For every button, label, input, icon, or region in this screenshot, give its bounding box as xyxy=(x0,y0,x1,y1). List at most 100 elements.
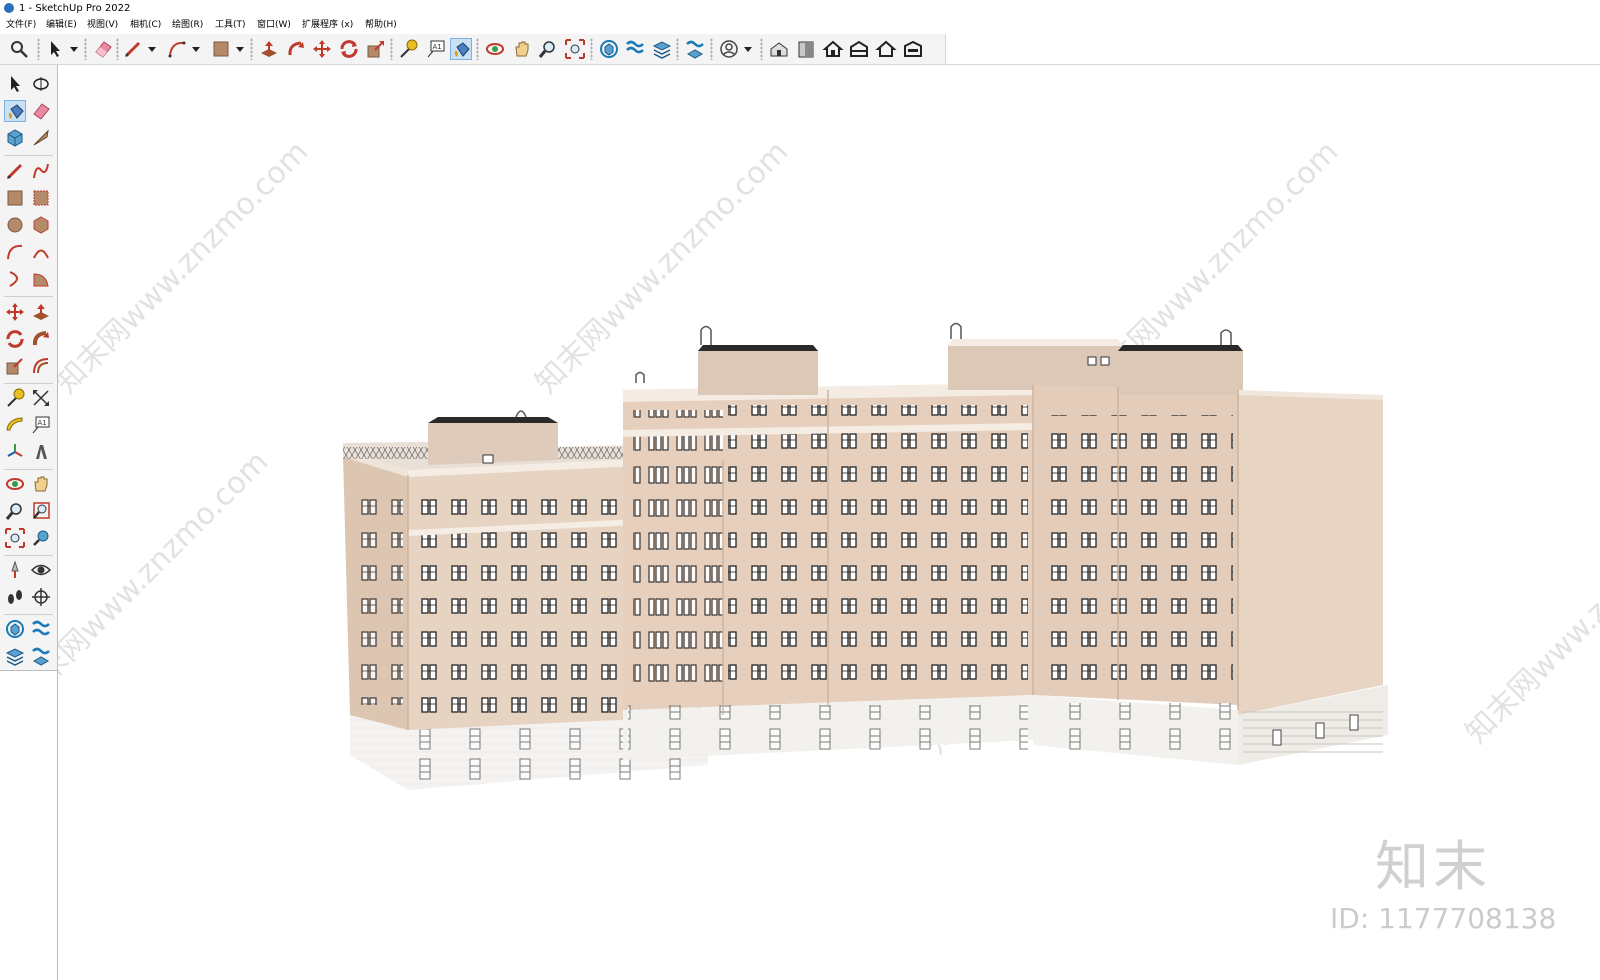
pencil-icon[interactable] xyxy=(122,38,144,60)
three-point-arc-icon[interactable] xyxy=(4,268,26,290)
zoom-icon[interactable] xyxy=(4,500,26,522)
toolbar-grip[interactable] xyxy=(37,38,40,60)
eraser-icon[interactable] xyxy=(30,100,52,122)
menu-extensions[interactable]: 扩展程序 (x) xyxy=(302,17,353,34)
toolbar-grip[interactable] xyxy=(116,38,119,60)
styles-icon[interactable] xyxy=(684,38,706,60)
warehouse-icon[interactable] xyxy=(768,38,790,60)
extension-icon[interactable] xyxy=(795,38,817,60)
house-icon[interactable] xyxy=(902,38,924,60)
tape-measure-icon[interactable] xyxy=(4,387,26,409)
rotate-icon[interactable] xyxy=(338,38,360,60)
text-icon[interactable]: A1 xyxy=(30,414,52,436)
polygon-icon[interactable] xyxy=(30,214,52,236)
rectangle-icon[interactable] xyxy=(210,38,232,60)
sandbox-icon[interactable] xyxy=(30,618,52,640)
layers-icon[interactable] xyxy=(651,38,673,60)
eraser-icon[interactable] xyxy=(92,38,114,60)
chevron-down-icon[interactable] xyxy=(744,38,752,60)
zoom-window-icon[interactable] xyxy=(30,500,52,522)
chevron-down-icon[interactable] xyxy=(148,38,156,60)
pan-icon[interactable] xyxy=(30,473,52,495)
toolbar-grip[interactable] xyxy=(84,38,87,60)
section-plane-icon[interactable] xyxy=(30,586,52,608)
toolbar-separator xyxy=(4,383,53,384)
toolbar-grip[interactable] xyxy=(710,38,713,60)
scale-icon[interactable] xyxy=(365,38,387,60)
house-outline-icon[interactable] xyxy=(875,38,897,60)
menu-view[interactable]: 视图(V) xyxy=(87,17,118,34)
pie-icon[interactable] xyxy=(30,268,52,290)
orbit-icon[interactable] xyxy=(484,38,506,60)
chevron-down-icon[interactable] xyxy=(192,38,200,60)
toolbar-grip[interactable] xyxy=(760,38,763,60)
components-panel-icon[interactable] xyxy=(4,618,26,640)
3d-text-icon[interactable] xyxy=(30,441,52,463)
previous-view-icon[interactable] xyxy=(30,527,52,549)
axes-icon[interactable] xyxy=(4,441,26,463)
menu-file[interactable]: 文件(F) xyxy=(6,17,36,34)
zoom-extents-icon[interactable] xyxy=(4,527,26,549)
chevron-down-icon[interactable] xyxy=(70,38,78,60)
right-wing-end-face xyxy=(1238,395,1383,715)
rotated-rectangle-icon[interactable] xyxy=(30,187,52,209)
rotate-icon[interactable] xyxy=(4,328,26,350)
svg-text:知末网www.znzmo.com: 知末网www.znzmo.com xyxy=(58,444,275,710)
sandbox-icon[interactable] xyxy=(624,38,646,60)
styles-icon[interactable] xyxy=(30,645,52,667)
components-icon[interactable] xyxy=(598,38,620,60)
zoom-icon[interactable] xyxy=(537,38,559,60)
text-icon[interactable]: A1 xyxy=(425,38,447,60)
menu-help[interactable]: 帮助(H) xyxy=(365,17,397,34)
orbit-icon[interactable] xyxy=(30,73,52,95)
layers-icon[interactable] xyxy=(4,645,26,667)
position-camera-icon[interactable] xyxy=(4,559,26,581)
tape-icon[interactable] xyxy=(30,127,52,149)
pencil-icon[interactable] xyxy=(4,160,26,182)
toolbar-grip[interactable] xyxy=(676,38,679,60)
rectangle-icon[interactable] xyxy=(4,187,26,209)
menu-tools[interactable]: 工具(T) xyxy=(215,17,246,34)
house-icon[interactable] xyxy=(822,38,844,60)
move-icon[interactable] xyxy=(311,38,333,60)
toolbar-grip[interactable] xyxy=(590,38,593,60)
followme-icon[interactable] xyxy=(30,328,52,350)
profile-icon[interactable] xyxy=(718,38,740,60)
menu-window[interactable]: 窗口(W) xyxy=(257,17,291,34)
pushpull-icon[interactable] xyxy=(258,38,280,60)
arc-icon[interactable] xyxy=(166,38,188,60)
menu-camera[interactable]: 相机(C) xyxy=(130,17,161,34)
select-icon[interactable] xyxy=(4,73,26,95)
toolbar-grip[interactable] xyxy=(390,38,393,60)
select-icon[interactable] xyxy=(44,38,66,60)
circle-icon[interactable] xyxy=(4,214,26,236)
model-viewport[interactable]: 知末网www.znzmo.com 知末网www.znzmo.com 知末网www… xyxy=(58,65,1600,980)
walk-icon[interactable] xyxy=(4,586,26,608)
components-icon[interactable] xyxy=(4,127,26,149)
menu-draw[interactable]: 绘图(R) xyxy=(172,17,203,34)
look-around-icon[interactable] xyxy=(30,559,52,581)
move-icon[interactable] xyxy=(4,301,26,323)
search-icon[interactable] xyxy=(8,38,30,60)
pan-icon[interactable] xyxy=(511,38,533,60)
tape-measure-icon[interactable] xyxy=(397,38,419,60)
svg-text:知末网www.znzmo.com: 知末网www.znzmo.com xyxy=(1459,484,1600,750)
menu-edit[interactable]: 编辑(E) xyxy=(46,17,77,34)
dimension-icon[interactable] xyxy=(30,387,52,409)
paint-bucket-icon[interactable] xyxy=(450,38,472,60)
toolbar-grip[interactable] xyxy=(476,38,479,60)
freehand-icon[interactable] xyxy=(30,160,52,182)
two-point-arc-icon[interactable] xyxy=(30,241,52,263)
offset-icon[interactable] xyxy=(30,355,52,377)
pushpull-icon[interactable] xyxy=(30,301,52,323)
toolbar-grip[interactable] xyxy=(250,38,253,60)
chevron-down-icon[interactable] xyxy=(236,38,244,60)
paint-bucket-icon[interactable] xyxy=(4,100,26,122)
protractor-icon[interactable] xyxy=(4,414,26,436)
arc-icon[interactable] xyxy=(4,241,26,263)
house-share-icon[interactable] xyxy=(848,38,870,60)
zoom-extents-icon[interactable] xyxy=(564,38,586,60)
followme-icon[interactable] xyxy=(285,38,307,60)
scale-icon[interactable] xyxy=(4,355,26,377)
orbit-icon[interactable] xyxy=(4,473,26,495)
